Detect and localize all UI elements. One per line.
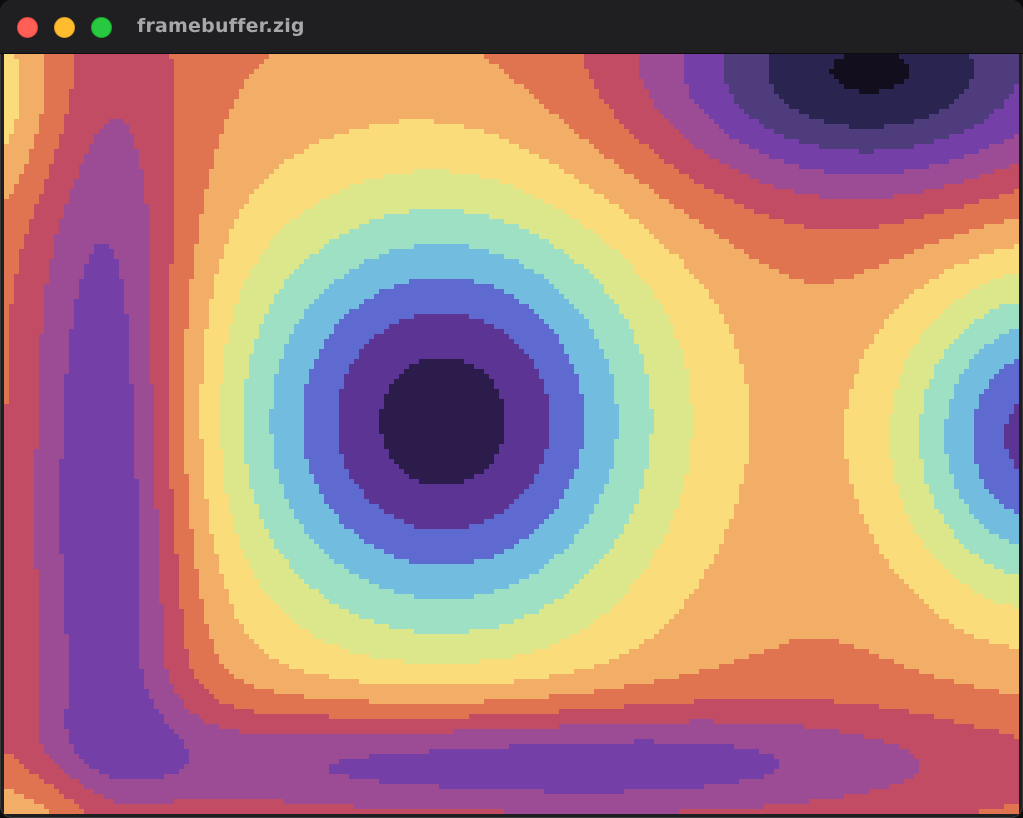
minimize-button[interactable]	[54, 17, 75, 38]
title-bar[interactable]: framebuffer.zig	[0, 0, 1023, 54]
window-title: framebuffer.zig	[137, 15, 305, 37]
framebuffer-canvas	[4, 54, 1019, 814]
framebuffer-view	[4, 54, 1019, 814]
close-button[interactable]	[17, 17, 38, 38]
zoom-button[interactable]	[91, 17, 112, 38]
app-window: framebuffer.zig	[0, 0, 1023, 818]
